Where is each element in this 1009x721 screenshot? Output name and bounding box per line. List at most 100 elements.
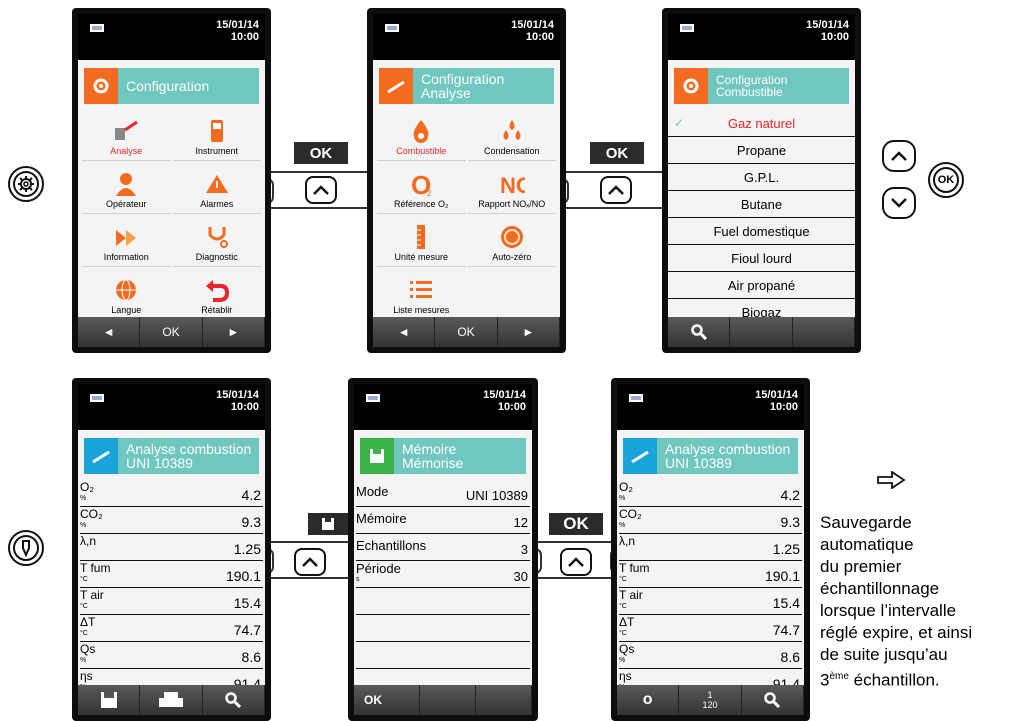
menu-operateur[interactable]: Opérateur — [82, 163, 171, 214]
fuel-item[interactable]: Propane — [668, 137, 855, 164]
settings-key[interactable] — [8, 166, 44, 202]
zoom-button[interactable] — [202, 685, 265, 715]
stop-button[interactable]: o — [617, 685, 680, 715]
fuel-item[interactable]: Butane — [668, 191, 855, 218]
menu-instrument[interactable]: Instrument — [172, 110, 261, 161]
list-icon — [408, 278, 434, 302]
up-button-4[interactable] — [560, 548, 592, 576]
measurement-label: ΔT — [619, 615, 635, 629]
ok-label-1: OK — [294, 142, 348, 164]
measurement-label: O₂ — [619, 480, 633, 494]
menu-label: Opérateur — [105, 199, 147, 209]
analysis-icon — [113, 119, 139, 143]
menu-label: Référence O₂ — [393, 199, 449, 209]
fuel-item[interactable]: G.P.L. — [668, 164, 855, 191]
setting-memoire[interactable]: Mémoire 12 — [356, 507, 530, 534]
menu-retablir[interactable]: Rétablir — [172, 269, 261, 320]
fuel-item[interactable]: Fioul lourd — [668, 245, 855, 272]
globe-icon — [113, 278, 139, 302]
time: 10:00 — [525, 31, 554, 43]
menu-label: Liste mesures — [393, 305, 450, 315]
chevron-up-icon — [313, 185, 329, 195]
menu-analyse[interactable]: Analyse — [82, 110, 171, 161]
save-button[interactable] — [78, 685, 141, 715]
setting-echantillons[interactable]: Echantillons 3 — [356, 534, 530, 561]
menu-combustible[interactable]: Combustible — [377, 110, 466, 161]
up-button-2[interactable] — [600, 176, 632, 204]
ok-label-2: OK — [590, 142, 644, 164]
ok-button[interactable]: OK — [140, 317, 203, 347]
empty-row — [356, 588, 530, 615]
soft-key-3[interactable] — [476, 685, 532, 715]
menu-langue[interactable]: Langue — [82, 269, 171, 320]
menu-reference-o2[interactable]: O 2 Référence O₂ — [377, 163, 466, 214]
battery-icon — [385, 24, 399, 32]
ok-button[interactable]: OK — [354, 685, 420, 715]
next-button[interactable]: ► — [202, 317, 265, 347]
measurement-row: λ,n 1.25 — [80, 534, 263, 561]
measurement-row: ΔT °C 74.7 — [80, 615, 263, 642]
setting-mode[interactable]: Mode UNI 10389 — [356, 480, 530, 507]
menu-diagnostic[interactable]: Diagnostic — [172, 216, 261, 267]
zoom-button[interactable] — [741, 685, 804, 715]
time: 10:00 — [497, 401, 526, 413]
ok-key[interactable]: OK — [928, 162, 964, 198]
fuel-item[interactable]: ✓ Gaz naturel — [668, 110, 855, 137]
up-button-3[interactable] — [294, 548, 326, 576]
o2-icon: O2 — [408, 171, 434, 197]
page-title: Configuration — [126, 78, 210, 94]
ok-button[interactable]: OK — [435, 317, 498, 347]
printer-icon — [158, 692, 183, 707]
soft-key-2[interactable] — [420, 685, 476, 715]
information-icon — [113, 225, 139, 249]
menu-information[interactable]: Information — [82, 216, 171, 267]
chevron-down-icon — [891, 198, 907, 208]
measurement-unit: % — [80, 495, 87, 502]
next-button[interactable]: ► — [497, 317, 560, 347]
fuel-item[interactable]: Fuel domestique — [668, 218, 855, 245]
probe-icon — [623, 438, 657, 474]
right-arrow-icon — [877, 471, 906, 489]
print-button[interactable] — [140, 685, 203, 715]
prev-button[interactable]: ◄ — [78, 317, 141, 347]
measurement-unit: °C — [80, 603, 88, 610]
measurement-value: 4.2 — [780, 487, 800, 503]
time: 10:00 — [820, 31, 849, 43]
soft-key-2[interactable] — [730, 317, 793, 347]
down-key[interactable] — [882, 187, 916, 219]
setting-periode[interactable]: Période s 30 — [356, 561, 530, 588]
ok-key-label: OK — [933, 167, 959, 193]
svg-text:NO: NO — [500, 173, 525, 196]
measurement-unit: % — [619, 495, 626, 502]
measurement-label: ΔT — [80, 615, 96, 629]
up-button-1[interactable] — [305, 176, 337, 204]
measurement-row: T air °C 15.4 — [80, 588, 263, 615]
menu-label: Rétablir — [201, 305, 233, 315]
menu-unite-mesure[interactable]: Unité mesure — [377, 216, 466, 267]
empty-row — [356, 642, 530, 669]
search-button[interactable] — [668, 317, 731, 347]
soft-key-3[interactable] — [792, 317, 855, 347]
menu-rapport-nox[interactable]: NOx Rapport NOₓ/NO — [467, 163, 556, 214]
menu-auto-zero[interactable]: Auto-zéro — [467, 216, 556, 267]
save-icon — [360, 438, 394, 474]
menu-alarmes[interactable]: Alarmes — [172, 163, 261, 214]
page-subtitle: UNI 10389 — [665, 455, 732, 471]
screen-header: Mémoire Mémorise — [360, 438, 526, 474]
menu-liste-mesures[interactable]: Liste mesures — [377, 269, 466, 320]
empty-row — [356, 615, 530, 642]
page-title: Configuration — [421, 71, 505, 87]
prev-button[interactable]: ◄ — [373, 317, 436, 347]
page-title: Analyse combustion — [126, 441, 252, 457]
zero-icon — [499, 225, 525, 249]
measurement-unit: °C — [619, 576, 627, 583]
menu-label: Diagnostic — [195, 252, 238, 262]
up-key[interactable] — [882, 140, 916, 172]
time: 10:00 — [230, 31, 259, 43]
measurement-unit: % — [80, 522, 87, 529]
battery-icon — [629, 394, 643, 402]
analysis-key[interactable] — [8, 530, 44, 566]
menu-condensation[interactable]: Condensation — [467, 110, 556, 161]
interval-button[interactable]: 1 120 — [679, 685, 742, 715]
fuel-item[interactable]: Air propané — [668, 272, 855, 299]
